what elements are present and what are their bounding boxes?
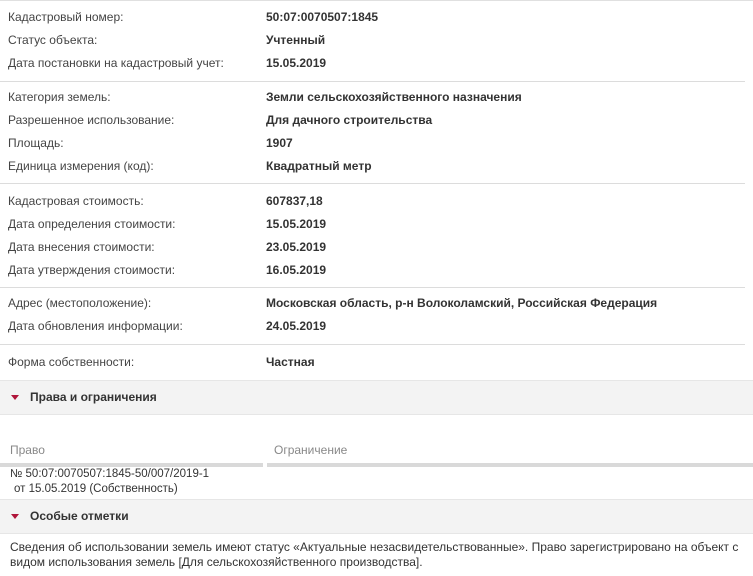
special-notes-section-header[interactable]: Особые отметки [0, 499, 753, 534]
column-header-restriction: Ограничение [274, 443, 348, 457]
address-row: Адрес (местоположение): Московская облас… [0, 294, 745, 312]
permitted-use-row: Разрешенное использование: Для дачного с… [0, 111, 745, 129]
triangle-down-icon[interactable] [11, 395, 19, 400]
cadastral-cost-row: Кадастровая стоимость: 607837,18 [0, 192, 745, 210]
column-divider-restriction [267, 463, 753, 467]
triangle-down-icon[interactable] [11, 514, 19, 519]
cadastral-cost-value: 607837,18 [266, 194, 323, 208]
land-category-label: Категория земель: [8, 90, 111, 104]
rights-section-title: Права и ограничения [30, 390, 157, 404]
update-date-label: Дата обновления информации: [8, 319, 183, 333]
permitted-use-value: Для дачного строительства [266, 113, 433, 127]
address-label: Адрес (местоположение): [8, 296, 152, 310]
land-info-group: Категория земель: Земли сельскохозяйстве… [0, 82, 745, 184]
cost-entry-date-label: Дата внесения стоимости: [8, 240, 155, 254]
unit-row: Единица измерения (код): Квадратный метр [0, 157, 745, 175]
unit-label: Единица измерения (код): [8, 159, 154, 173]
update-date-row: Дата обновления информации: 24.05.2019 [0, 317, 745, 335]
object-status-label: Статус объекта: [8, 33, 98, 47]
cadastral-number-label: Кадастровый номер: [8, 10, 124, 24]
cost-entry-date-value: 23.05.2019 [266, 240, 327, 254]
cost-approval-date-label: Дата утверждения стоимости: [8, 263, 176, 277]
cost-approval-date-value: 16.05.2019 [266, 263, 327, 277]
right-record-date: от 15.05.2019 (Собственность) [14, 483, 178, 495]
column-header-right: Право [10, 443, 45, 457]
area-value: 1907 [266, 136, 293, 150]
area-label: Площадь: [8, 136, 64, 150]
cost-info-group: Кадастровая стоимость: 607837,18 Дата оп… [0, 184, 745, 288]
land-category-row: Категория земель: Земли сельскохозяйстве… [0, 88, 745, 106]
ownership-label: Форма собственности: [8, 355, 135, 369]
registration-date-label: Дата постановки на кадастровый учет: [8, 56, 224, 70]
cost-entry-date-row: Дата внесения стоимости: 23.05.2019 [0, 238, 745, 256]
address-info-group: Адрес (местоположение): Московская облас… [0, 288, 745, 345]
cadastral-number-value: 50:07:0070507:1845 [266, 10, 379, 24]
cadastral-number-row: Кадастровый номер: 50:07:0070507:1845 [0, 8, 745, 26]
area-row: Площадь: 1907 [0, 134, 745, 152]
right-record-number: № 50:07:0070507:1845-50/007/2019-1 [10, 468, 210, 480]
ownership-row: Форма собственности: Частная [0, 353, 745, 371]
cost-determination-date-row: Дата определения стоимости: 15.05.2019 [0, 215, 745, 233]
object-status-value: Учтенный [266, 33, 326, 47]
cadastral-cost-label: Кадастровая стоимость: [8, 194, 144, 208]
ownership-value: Частная [266, 355, 315, 369]
rights-table-header: Право Ограничение [0, 438, 753, 467]
rights-section-header[interactable]: Права и ограничения [0, 380, 753, 415]
permitted-use-label: Разрешенное использование: [8, 113, 175, 127]
address-value: Московская область, р-н Волоколамский, Р… [266, 296, 658, 310]
object-status-row: Статус объекта: Учтенный [0, 31, 745, 49]
cost-determination-date-label: Дата определения стоимости: [8, 217, 176, 231]
land-category-value: Земли сельскохозяйственного назначения [266, 90, 522, 104]
update-date-value: 24.05.2019 [266, 319, 327, 333]
special-notes-text: Сведения об использовании земель имеют с… [10, 540, 739, 569]
object-info-group: Кадастровый номер: 50:07:0070507:1845 Ст… [0, 0, 745, 82]
cost-determination-date-value: 15.05.2019 [266, 217, 327, 231]
unit-value: Квадратный метр [266, 159, 372, 173]
cost-approval-date-row: Дата утверждения стоимости: 16.05.2019 [0, 261, 745, 279]
registration-date-row: Дата постановки на кадастровый учет: 15.… [0, 54, 745, 72]
registration-date-value: 15.05.2019 [266, 56, 327, 70]
special-notes-section-title: Особые отметки [30, 509, 129, 523]
